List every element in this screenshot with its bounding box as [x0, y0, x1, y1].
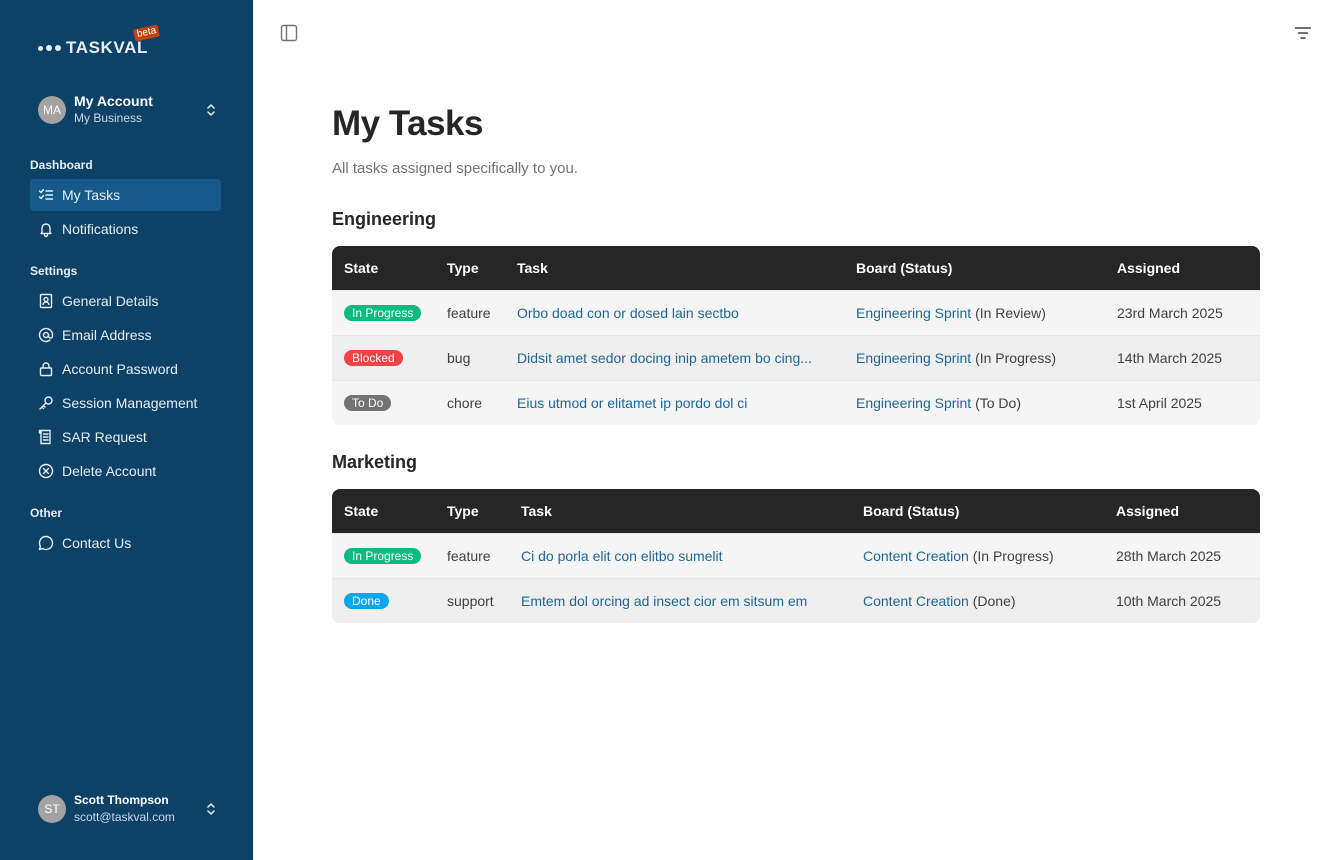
column-header-assigned: Assigned	[1117, 260, 1181, 276]
column-header-assigned: Assigned	[1116, 503, 1180, 519]
column-header-task: Task	[517, 260, 548, 276]
board-link[interactable]: Engineering Sprint	[856, 350, 971, 366]
state-badge: Blocked	[344, 350, 403, 366]
table-header: State Type Task Board (Status) Assigned	[332, 246, 1260, 290]
assigned-date: 23rd March 2025	[1117, 305, 1223, 321]
task-type: chore	[447, 395, 483, 411]
user-menu[interactable]: ST Scott Thompson scott@taskval.com	[38, 792, 218, 826]
task-link[interactable]: Eius utmod or elitamet ip pordo dol ci	[517, 381, 747, 425]
task-type: bug	[447, 350, 471, 366]
lock-icon	[38, 361, 54, 377]
circle-x-icon	[38, 463, 54, 479]
task-type: feature	[447, 548, 491, 564]
beta-badge: beta	[133, 24, 161, 42]
filter-icon[interactable]	[1294, 25, 1312, 41]
board-status: (Done)	[972, 593, 1016, 609]
task-link[interactable]: Ci do porla elit con elitbo sumelit	[521, 534, 723, 578]
task-type: feature	[447, 305, 491, 321]
table-row[interactable]: Done support Emtem dol orcing ad insect …	[332, 578, 1260, 623]
sidebar-item-contact-us[interactable]: Contact Us	[30, 527, 221, 559]
sidebar-item-general-details[interactable]: General Details	[30, 285, 221, 317]
column-header-state: State	[344, 503, 379, 519]
sidebar-item-sar-request[interactable]: SAR Request	[30, 421, 221, 453]
sidebar-item-session-management[interactable]: Session Management	[30, 387, 221, 419]
sidebar-item-email-address[interactable]: Email Address	[30, 319, 221, 351]
sidebar-item-delete-account[interactable]: Delete Account	[30, 455, 221, 487]
board-link[interactable]: Engineering Sprint	[856, 305, 971, 321]
sidebar: TASKVAL beta MA My Account My Business D…	[0, 0, 253, 860]
group-title-engineering: Engineering	[332, 209, 437, 229]
account-name: My Account	[74, 93, 153, 109]
sidebar-item-label: SAR Request	[62, 429, 147, 445]
assigned-date: 1st April 2025	[1117, 395, 1202, 411]
state-badge: To Do	[344, 395, 392, 411]
table-row[interactable]: Blocked bug Didsit amet sedor docing ini…	[332, 335, 1260, 380]
sidebar-item-label: Notifications	[62, 221, 139, 237]
section-label-dashboard: Dashboard	[30, 158, 93, 172]
state-badge: In Progress	[344, 305, 422, 321]
sidebar-item-my-tasks[interactable]: My Tasks	[30, 179, 221, 211]
column-header-board: Board (Status)	[863, 503, 960, 519]
section-label-other: Other	[30, 506, 63, 520]
page-subtitle: All tasks assigned specifically to you.	[332, 160, 578, 177]
state-badge: In Progress	[344, 548, 422, 564]
sidebar-item-label: Account Password	[62, 361, 178, 377]
account-business: My Business	[74, 111, 143, 125]
contact-card-icon	[38, 293, 54, 309]
sidebar-item-label: Session Management	[62, 395, 198, 411]
sidebar-item-account-password[interactable]: Account Password	[30, 353, 221, 385]
checklist-icon	[38, 187, 54, 203]
column-header-type: Type	[447, 260, 479, 276]
assigned-date: 10th March 2025	[1116, 593, 1222, 609]
task-type: support	[447, 593, 494, 609]
engineering-table: State Type Task Board (Status) Assigned …	[332, 246, 1260, 425]
group-title-marketing: Marketing	[332, 452, 418, 472]
board-link[interactable]: Engineering Sprint	[856, 395, 971, 411]
task-link[interactable]: Didsit amet sedor docing inip ametem bo …	[517, 336, 812, 380]
logo-dots-icon	[38, 45, 61, 51]
column-header-board: Board (Status)	[856, 260, 953, 276]
column-header-type: Type	[447, 503, 479, 519]
board-status: (In Progress)	[972, 548, 1054, 564]
sidebar-item-label: My Tasks	[62, 187, 121, 203]
account-switcher[interactable]: MA My Account My Business	[38, 93, 218, 127]
board-status: (In Progress)	[975, 350, 1056, 366]
bell-icon	[38, 221, 54, 237]
sidebar-item-label: General Details	[62, 293, 159, 309]
sidebar-item-label: Email Address	[62, 327, 152, 343]
assigned-date: 14th March 2025	[1117, 350, 1223, 366]
key-icon	[38, 395, 54, 411]
logo[interactable]: TASKVAL beta	[38, 24, 161, 58]
user-avatar: ST	[38, 795, 66, 823]
table-row[interactable]: In Progress feature Ci do porla elit con…	[332, 533, 1260, 578]
board-status: (To Do)	[975, 395, 1021, 411]
page-title: My Tasks	[332, 104, 484, 143]
board-link[interactable]: Content Creation	[863, 548, 969, 564]
sidebar-item-label: Contact Us	[62, 535, 132, 551]
sidebar-toggle-icon[interactable]	[280, 24, 298, 42]
board-status: (In Review)	[975, 305, 1046, 321]
at-sign-icon	[38, 327, 54, 343]
chevron-up-down-icon	[204, 801, 218, 817]
assigned-date: 28th March 2025	[1116, 548, 1222, 564]
avatar: MA	[38, 96, 66, 124]
marketing-table: State Type Task Board (Status) Assigned …	[332, 489, 1260, 623]
chevron-up-down-icon	[204, 102, 218, 118]
chat-bubble-icon	[38, 535, 54, 551]
column-header-state: State	[344, 260, 379, 276]
column-header-task: Task	[521, 503, 552, 519]
task-link[interactable]: Orbo doad con or dosed lain sectbo	[517, 291, 739, 335]
board-link[interactable]: Content Creation	[863, 593, 969, 609]
table-header: State Type Task Board (Status) Assigned	[332, 489, 1260, 533]
table-row[interactable]: To Do chore Eius utmod or elitamet ip po…	[332, 380, 1260, 425]
state-badge: Done	[344, 593, 389, 609]
sidebar-item-notifications[interactable]: Notifications	[30, 213, 221, 245]
document-list-icon	[38, 429, 54, 445]
user-email: scott@taskval.com	[74, 810, 175, 824]
user-name: Scott Thompson	[74, 793, 169, 807]
section-label-settings: Settings	[30, 264, 78, 278]
table-row[interactable]: In Progress feature Orbo doad con or dos…	[332, 290, 1260, 335]
task-link[interactable]: Emtem dol orcing ad insect cior em sitsu…	[521, 579, 807, 623]
sidebar-item-label: Delete Account	[62, 463, 157, 479]
